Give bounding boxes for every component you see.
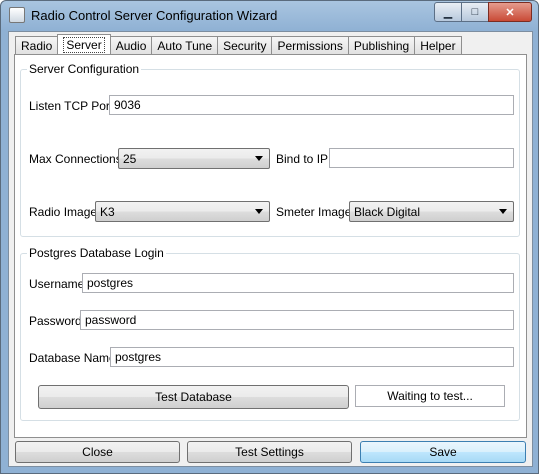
tab-audio[interactable]: Audio [109,36,153,54]
dropdown-value: Black Digital [354,205,421,219]
maximize-button[interactable]: □ [461,2,489,22]
tab-auto-tune[interactable]: Auto Tune [151,36,219,54]
app-icon [9,7,25,23]
client-area: Radio Server Audio Auto Tune Security Pe… [8,31,533,467]
test-settings-button[interactable]: Test Settings [187,441,352,463]
smeter-image-dropdown[interactable]: Black Digital [349,201,514,222]
database-name-input[interactable]: postgres [110,347,514,367]
postgres-login-group: Postgres Database Login Username postgre… [20,246,520,421]
database-status: Waiting to test... [355,385,505,407]
tab-label: Auto Tune [157,38,213,53]
tab-label: Server [63,36,105,53]
test-database-button[interactable]: Test Database [38,385,349,409]
tab-label: Publishing [353,38,410,53]
username-label: Username [29,277,85,291]
tab-label: Helper [420,38,456,53]
tab-security[interactable]: Security [217,36,273,54]
window-title: Radio Control Server Configuration Wizar… [31,8,278,23]
group-title: Server Configuration [27,62,142,76]
dropdown-value: K3 [100,205,115,219]
tab-helper[interactable]: Helper [414,36,462,54]
chevron-down-icon [499,209,507,214]
close-button[interactable]: Close [15,441,180,463]
listen-port-label: Listen TCP Port [29,99,114,113]
tab-server[interactable]: Server [57,34,111,54]
wizard-window: Radio Control Server Configuration Wizar… [0,0,539,474]
server-tab-panel: Server Configuration Listen TCP Port 903… [14,54,527,438]
tab-bar: Radio Server Audio Auto Tune Security Pe… [15,34,462,55]
tab-label: Audio [115,38,147,53]
group-title: Postgres Database Login [27,246,166,260]
tab-label: Radio [21,38,53,53]
server-config-group: Server Configuration Listen TCP Port 903… [20,62,520,237]
tab-publishing[interactable]: Publishing [347,36,416,54]
bind-ip-input[interactable] [329,148,514,168]
smeter-image-label: Smeter Image [276,205,352,219]
max-connections-label: Max Connections [29,152,122,166]
password-label: Password [29,314,82,328]
chevron-down-icon [255,156,263,161]
radio-image-label: Radio Image [29,205,98,219]
username-input[interactable]: postgres [82,273,514,293]
tab-permissions[interactable]: Permissions [271,36,349,54]
listen-port-input[interactable]: 9036 [109,95,514,115]
minimize-button[interactable]: ▁ [434,2,462,22]
chevron-down-icon [255,209,263,214]
save-button[interactable]: Save [360,441,526,463]
dropdown-value: 25 [123,152,137,166]
close-window-button[interactable]: ✕ [488,2,532,22]
tab-label: Security [223,38,267,53]
database-name-label: Database Name [29,351,116,365]
title-bar[interactable]: Radio Control Server Configuration Wizar… [1,1,538,29]
tab-label: Permissions [277,38,343,53]
max-connections-dropdown[interactable]: 25 [118,148,270,169]
password-input[interactable]: password [80,310,514,330]
tab-radio[interactable]: Radio [15,36,59,54]
bind-ip-label: Bind to IP [276,152,329,166]
radio-image-dropdown[interactable]: K3 [95,201,270,222]
